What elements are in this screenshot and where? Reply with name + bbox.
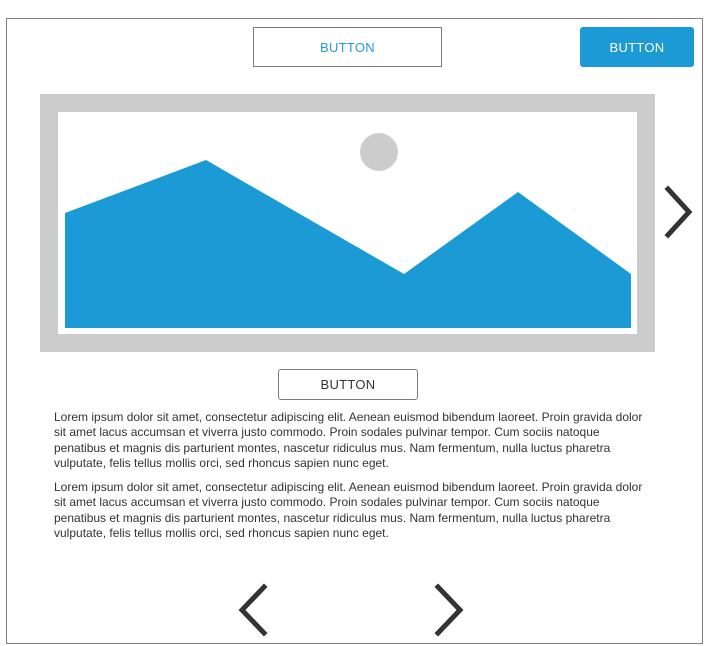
pagination-prev-icon[interactable]: [234, 582, 270, 638]
content-paragraph-2: Lorem ipsum dolor sit amet, consectetur …: [54, 480, 643, 541]
outline-button-top[interactable]: BUTTON: [253, 27, 442, 67]
caption-button[interactable]: BUTTON: [278, 369, 418, 400]
primary-button[interactable]: BUTTON: [580, 27, 694, 67]
image-placeholder-icon: [58, 112, 637, 334]
carousel-image: [40, 94, 655, 352]
pagination-next-icon[interactable]: [432, 582, 468, 638]
carousel-next-icon[interactable]: [662, 184, 696, 240]
content-paragraph-1: Lorem ipsum dolor sit amet, consectetur …: [54, 410, 643, 471]
